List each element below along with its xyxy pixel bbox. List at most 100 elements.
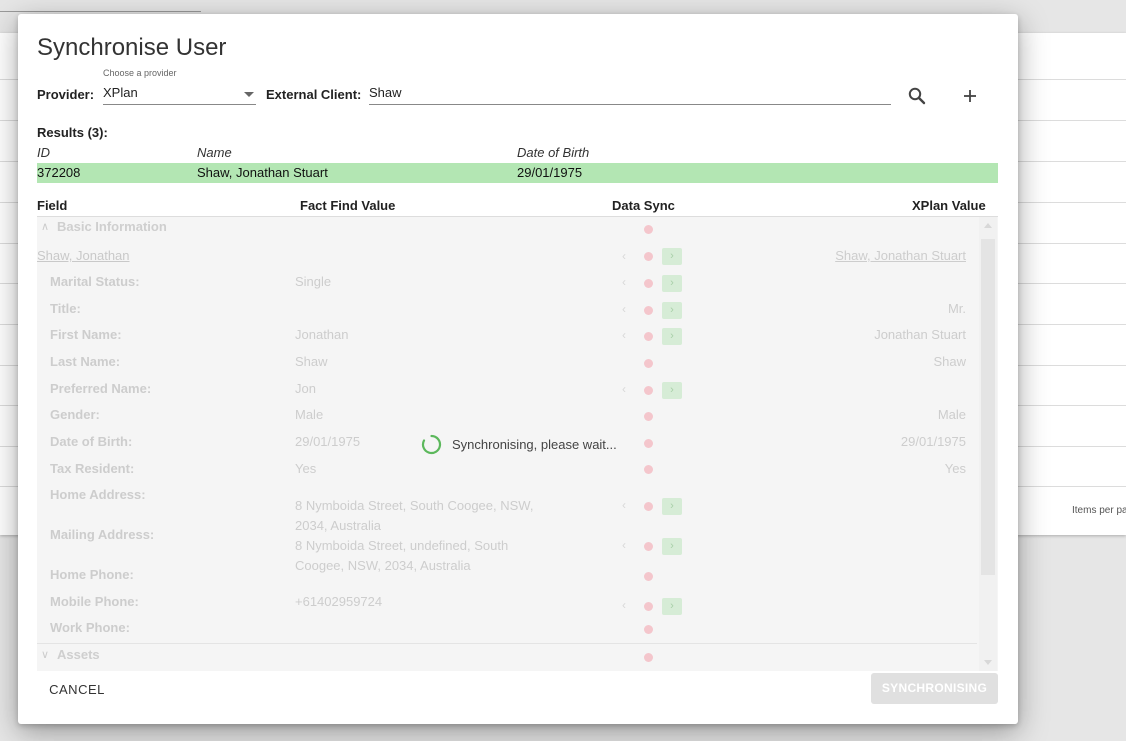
chevron-left-icon[interactable]: ‹: [622, 302, 626, 316]
field-label: Mailing Address:: [50, 527, 155, 542]
section-basic-information[interactable]: ∧ Basic Information: [37, 217, 977, 243]
chevron-up-icon: ∧: [41, 221, 50, 233]
sync-status-dot: [644, 279, 653, 288]
background-divider: [0, 11, 201, 12]
synchronise-user-dialog: Synchronise User Provider: Choose a prov…: [18, 14, 1018, 724]
fact-find-value: 8 Nymboida Street, South Coogee, NSW, 20…: [295, 498, 534, 533]
xplan-value: Male: [937, 407, 966, 422]
fact-find-value: Yes: [295, 461, 317, 476]
chevron-left-icon[interactable]: ‹: [622, 275, 626, 289]
field-label: Home Address:: [50, 487, 146, 502]
sync-status-dot: [644, 332, 653, 341]
section-divider: [37, 643, 977, 644]
field-label: Title:: [50, 301, 81, 316]
sync-status-dot: [644, 625, 653, 634]
scroll-up-icon[interactable]: [984, 223, 992, 228]
results-header-id: ID: [37, 145, 50, 160]
field-label: Date of Birth:: [50, 434, 133, 449]
sync-right-button[interactable]: ›: [662, 302, 682, 319]
chevron-down-icon: ∨: [41, 649, 50, 661]
section-assets[interactable]: ∨ Assets: [37, 645, 977, 671]
sync-status-dot: [644, 502, 653, 511]
xplan-value: Yes: [944, 461, 966, 476]
sync-status-dot: [644, 225, 653, 234]
sync-status-dot: [644, 359, 653, 368]
column-header-data-sync: Data Sync: [612, 198, 675, 213]
sync-status-dot: [644, 572, 653, 581]
external-client-input[interactable]: [369, 84, 891, 100]
fact-find-value: Male: [295, 407, 324, 422]
field-label: Preferred Name:: [50, 381, 152, 396]
search-icon[interactable]: [905, 84, 929, 108]
field-label: Home Phone:: [50, 567, 134, 582]
results-header-dob: Date of Birth: [517, 145, 590, 160]
xplan-value: Jonathan Stuart: [874, 327, 966, 342]
column-header-xplan: XPlan Value: [912, 198, 986, 213]
sync-right-button[interactable]: ›: [662, 328, 682, 345]
xplan-value: Shaw: [933, 354, 966, 369]
sync-status-dot: [644, 653, 653, 662]
chevron-left-icon[interactable]: ‹: [622, 382, 626, 396]
chevron-left-icon[interactable]: ‹: [622, 249, 626, 263]
sync-status-dot: [644, 439, 653, 448]
loading-spinner-icon: [421, 434, 442, 455]
sync-right-button[interactable]: ›: [662, 498, 682, 515]
provider-label: Provider:: [37, 87, 95, 102]
provider-hint: Choose a provider: [103, 68, 177, 78]
column-header-field: Field: [37, 198, 68, 213]
field-label: Mobile Phone:: [50, 594, 139, 609]
sync-right-button[interactable]: ›: [662, 598, 682, 615]
field-label: First Name:: [50, 327, 122, 342]
field-label: Tax Resident:: [50, 461, 135, 476]
sync-status-dot: [644, 412, 653, 421]
fact-find-value: +61402959724: [295, 594, 383, 609]
result-name: Shaw, Jonathan Stuart: [197, 165, 328, 180]
fact-find-value: Single: [295, 274, 332, 289]
sync-status-dot: [644, 386, 653, 395]
synchronising-message: Synchronising, please wait...: [452, 437, 617, 452]
field-label: Marital Status:: [50, 274, 140, 289]
field-label: Work Phone:: [50, 620, 130, 635]
fact-find-value: Jon: [295, 381, 316, 396]
fact-find-value: 8 Nymboida Street, undefined, South Coog…: [295, 538, 509, 573]
section-label: Assets: [57, 647, 100, 662]
sync-right-button[interactable]: ›: [662, 275, 682, 292]
sync-status-dot: [644, 306, 653, 315]
add-icon[interactable]: [958, 84, 982, 108]
chevron-left-icon[interactable]: ‹: [622, 498, 626, 512]
results-label: Results (3):: [37, 125, 108, 140]
sync-right-button[interactable]: ›: [662, 538, 682, 555]
selected-result-row[interactable]: 372208 Shaw, Jonathan Stuart 29/01/1975: [37, 163, 998, 183]
cancel-button[interactable]: CANCEL: [38, 674, 116, 706]
sync-status-dot: [644, 542, 653, 551]
fact-find-value: Shaw: [295, 354, 328, 369]
external-client-field[interactable]: [369, 84, 891, 105]
synchronising-button[interactable]: SYNCHRONISING: [871, 673, 998, 704]
fact-find-value: Jonathan: [295, 327, 349, 342]
scroll-thumb[interactable]: [981, 239, 995, 575]
sync-right-button[interactable]: ›: [662, 248, 682, 265]
scroll-down-icon[interactable]: [984, 660, 992, 665]
sync-status-dot: [644, 602, 653, 611]
field-label: Gender:: [50, 407, 100, 422]
sync-status-dot: [644, 252, 653, 261]
result-id: 372208: [37, 165, 81, 180]
table-scrollbar[interactable]: [979, 217, 997, 671]
sync-right-button[interactable]: ›: [662, 382, 682, 399]
sync-status-dot: [644, 465, 653, 474]
chevron-left-icon[interactable]: ‹: [622, 538, 626, 552]
provider-select[interactable]: XPlan: [103, 84, 256, 105]
chevron-left-icon[interactable]: ‹: [622, 598, 626, 612]
section-label: Basic Information: [57, 219, 167, 234]
chevron-left-icon[interactable]: ‹: [622, 328, 626, 342]
results-header-name: Name: [197, 145, 232, 160]
column-header-fact-find: Fact Find Value: [300, 198, 396, 213]
field-label: Last Name:: [50, 354, 121, 369]
fact-find-person-link[interactable]: Shaw, Jonathan: [37, 248, 130, 263]
external-client-label: External Client:: [266, 87, 362, 102]
xplan-person-link[interactable]: Shaw, Jonathan Stuart: [835, 248, 966, 263]
result-dob: 29/01/1975: [517, 165, 583, 180]
xplan-value: 29/01/1975: [900, 434, 966, 449]
items-per-page-label: Items per pa: [1072, 505, 1126, 516]
xplan-value: Mr.: [947, 301, 966, 316]
